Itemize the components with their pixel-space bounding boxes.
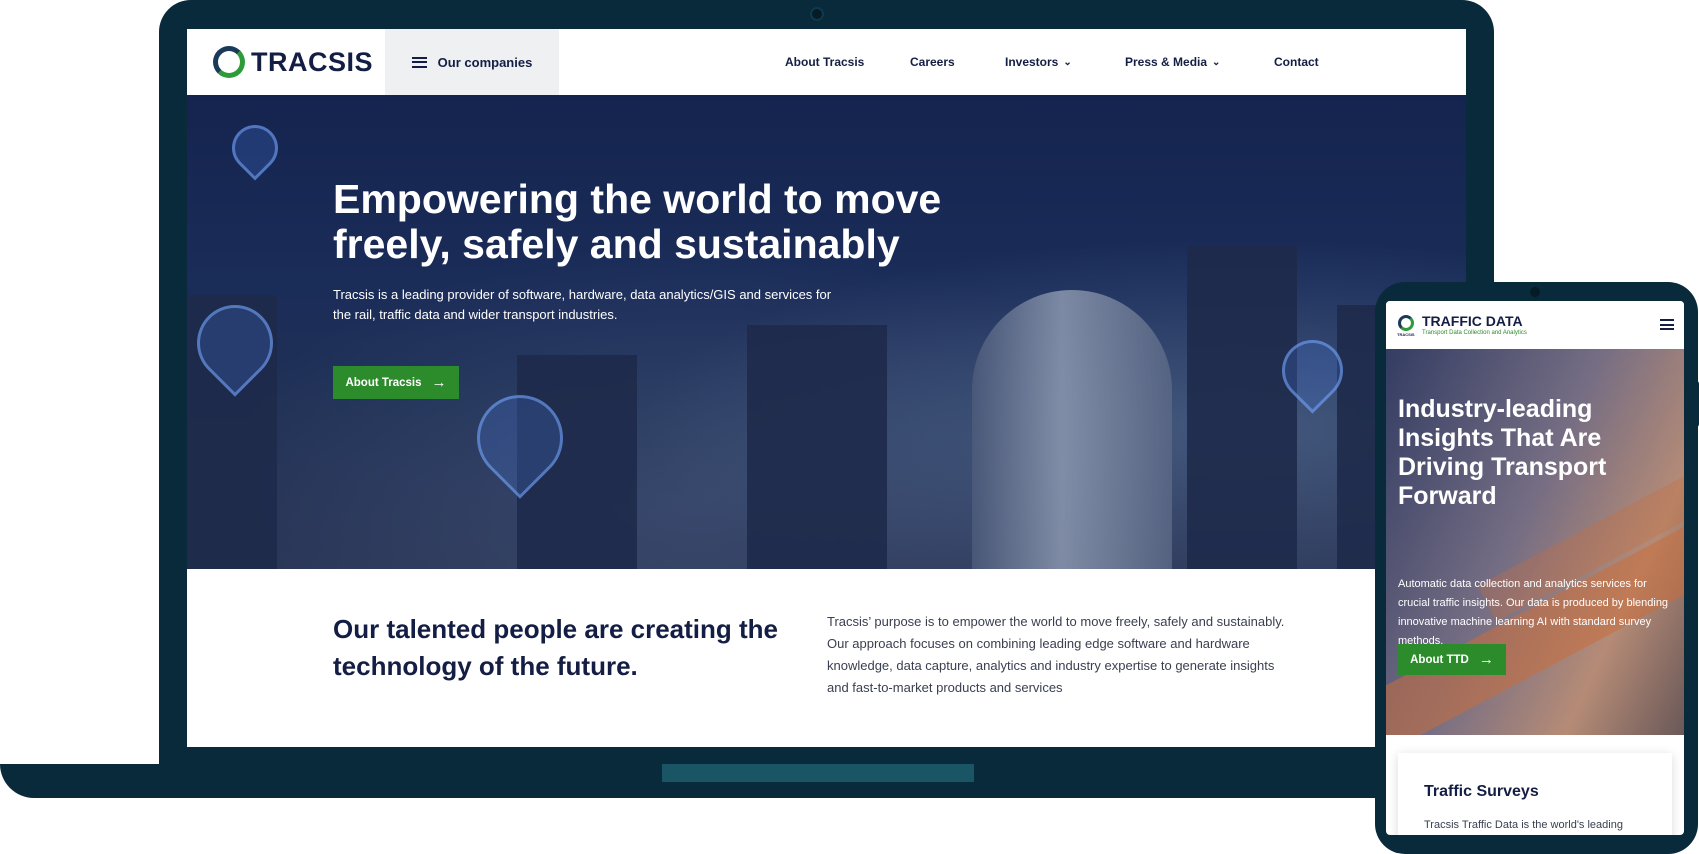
button-label: About Tracsis	[345, 376, 422, 389]
nav-label: Investors	[1005, 55, 1059, 69]
phone-brand[interactable]: TRAFFIC DATA	[1422, 313, 1523, 329]
laptop-notch	[662, 764, 974, 782]
laptop-camera	[810, 7, 824, 21]
tracsis-logo[interactable]: TRACSIS	[213, 46, 373, 78]
nav-careers[interactable]: Careers	[910, 29, 955, 95]
card-title: Traffic Surveys	[1424, 783, 1539, 800]
phone-hero-subtitle: Automatic data collection and analytics …	[1398, 578, 1669, 647]
site-header: TRACSIS Our companies About Tracsis Care…	[187, 29, 1466, 95]
phone-screen: TRACSIS TRAFFIC DATA Transport Data Coll…	[1386, 301, 1684, 835]
nav-label: Careers	[910, 55, 955, 69]
logo-icon	[213, 46, 245, 78]
phone-hero-title: Industry-leading Insights That Are Drivi…	[1398, 395, 1607, 510]
card-text: Tracsis Traffic Data is the world's lead…	[1424, 819, 1623, 831]
hero-subtitle: Tracsis is a leading provider of softwar…	[333, 287, 832, 322]
nav-investors[interactable]: Investors ⌄	[1005, 29, 1072, 95]
hero-title: Empowering the world to move freely, saf…	[333, 176, 942, 267]
hero-section: Empowering the world to move freely, saf…	[187, 95, 1466, 569]
traffic-surveys-card[interactable]: Traffic Surveys Tracsis Traffic Data is …	[1398, 753, 1672, 835]
city-tower	[972, 290, 1172, 569]
nav-contact[interactable]: Contact	[1274, 29, 1319, 95]
phone-tagline: Transport Data Collection and Analytics	[1422, 330, 1527, 336]
city-building	[1187, 245, 1297, 569]
nav-about-tracsis[interactable]: About Tracsis	[785, 29, 864, 95]
nav-label: About Tracsis	[785, 55, 865, 69]
chevron-down-icon: ⌄	[1212, 56, 1221, 68]
logo-icon[interactable]	[1398, 315, 1414, 331]
phone-camera	[1530, 287, 1540, 297]
phone-logo-small: TRACSIS	[1397, 332, 1415, 337]
phone-header: TRACSIS TRAFFIC DATA Transport Data Coll…	[1386, 301, 1684, 349]
logo-text: TRACSIS	[251, 46, 374, 77]
button-label: About TTD	[1410, 653, 1469, 666]
section-title: Our talented people are creating the tec…	[333, 614, 778, 681]
chevron-down-icon: ⌄	[1063, 56, 1072, 68]
menu-icon	[411, 56, 427, 68]
arrow-right-icon: →	[1478, 651, 1494, 668]
our-companies-button[interactable]: Our companies	[385, 29, 559, 95]
about-ttd-button[interactable]: About TTD →	[1398, 644, 1506, 675]
nav-label: Contact	[1274, 55, 1319, 69]
menu-icon[interactable]	[1660, 319, 1674, 330]
arrow-right-icon: →	[431, 374, 447, 391]
about-tracsis-button[interactable]: About Tracsis →	[333, 366, 459, 399]
location-pin-icon	[222, 115, 288, 181]
nav-label: Press & Media	[1125, 55, 1208, 69]
laptop-screen: TRACSIS Our companies About Tracsis Care…	[187, 29, 1466, 747]
section-text: Tracsis’ purpose is to empower the world…	[827, 614, 1285, 695]
city-building	[747, 325, 887, 569]
phone-side-button	[1690, 380, 1699, 428]
nav-press-media[interactable]: Press & Media ⌄	[1125, 29, 1220, 95]
phone-hero: Industry-leading Insights That Are Drivi…	[1386, 349, 1684, 735]
our-companies-label: Our companies	[437, 54, 533, 70]
